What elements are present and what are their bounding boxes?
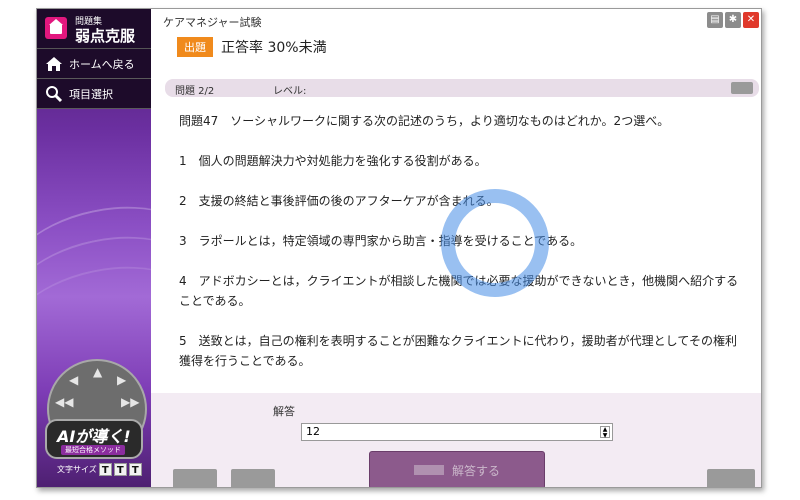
question-option: 3 ラポールとは，特定領域の専門家から助言・指導を受けることである。 [179, 234, 583, 248]
folder-icon[interactable]: ▤ [707, 12, 723, 28]
ai-badge-title: AIが導く! [57, 427, 131, 446]
answer-field[interactable]: 12 ▲ ▼ [301, 423, 613, 441]
question-header: 出題 正答率 30%未満 [177, 37, 327, 57]
font-size-controls: 文字サイズ T T T [57, 463, 142, 476]
header-text: 正答率 30%未満 [221, 40, 327, 56]
sidebar-item-label: ホームへ戻る [69, 57, 135, 71]
answer-label: 解答 [273, 405, 295, 418]
question-prompt: 問題47 ソーシャルワークに関する次の記述のうち，より適切なものはどれか。2つ選… [179, 114, 670, 128]
gear-icon[interactable]: ✱ [725, 12, 741, 28]
answer-button[interactable]: 解答する [369, 451, 545, 487]
brand-header: 問題集 弱点克服 [37, 9, 151, 49]
ai-badge-subtitle: 最短合格メソッド [61, 445, 125, 455]
main-panel: ケアマネジャー試験 ▤ ✱ ✕ 出題 正答率 30%未満 問題 2/2 レベル:… [151, 9, 761, 487]
sidebar-item-select[interactable]: 項目選択 [37, 79, 151, 109]
font-size-medium-button[interactable]: T [113, 463, 127, 476]
close-icon[interactable] [707, 469, 755, 487]
answer-button-label: 解答する [451, 463, 500, 478]
font-size-small-button[interactable]: T [98, 463, 112, 476]
app-window: 問題集 弱点克服 ホームへ戻る 項目選択 ▲ ◀ ▶ ◀◀ ▶▶ AIが導く! … [36, 8, 762, 488]
question-option: 4 アドボカシーとは，クライエントが相談した機関では必要な援助ができないとき，他… [179, 274, 739, 308]
expand-window-icon[interactable] [731, 82, 753, 94]
answer-area: 解答 12 ▲ ▼ 解答する [151, 393, 761, 487]
question-body: 問題47 ソーシャルワークに関する次の記述のうち，より適切なものはどれか。2つ選… [165, 101, 747, 389]
sidebar-item-label: 項目選択 [69, 87, 113, 101]
window-title: ケアマネジャー試験 [163, 16, 262, 29]
ai-badge: AIが導く! 最短合格メソッド [45, 419, 143, 459]
stepper-icon[interactable]: ▲ ▼ [600, 426, 610, 439]
home-logo-icon [45, 17, 67, 39]
fast-forward-icon[interactable]: ▶▶ [121, 395, 139, 409]
search-icon [46, 86, 63, 103]
font-size-label: 文字サイズ [57, 465, 97, 474]
image-icon[interactable] [173, 469, 217, 487]
home-icon [46, 57, 62, 71]
answer-value: 12 [306, 425, 320, 438]
question-option: 5 送致とは，自己の権利を表明することが困難なクライエントに代わり，援助者が代理… [179, 334, 737, 368]
question-option: 1 個人の問題解決力や対処能力を強化する役割がある。 [179, 154, 487, 168]
question-level: レベル: [273, 86, 307, 97]
speaker-icon[interactable] [231, 469, 275, 487]
font-size-large-button[interactable]: T [128, 463, 142, 476]
mode-tag: 出題 [177, 37, 213, 57]
question-number: 問題 2/2 [175, 86, 215, 97]
window-controls: ▤ ✱ ✕ [707, 12, 759, 28]
rewind-icon[interactable]: ◀ [69, 373, 78, 387]
up-arrow-icon[interactable]: ▲ [93, 365, 102, 379]
sidebar: 問題集 弱点克服 ホームへ戻る 項目選択 ▲ ◀ ▶ ◀◀ ▶▶ AIが導く! … [37, 9, 151, 487]
question-info-bar: 問題 2/2 レベル: [165, 79, 759, 97]
question-option: 2 支援の終結と事後評価の後のアフターケアが含まれる。 [179, 194, 499, 208]
fast-rewind-icon[interactable]: ◀◀ [55, 395, 73, 409]
forward-icon[interactable]: ▶ [117, 373, 126, 387]
sidebar-item-home[interactable]: ホームへ戻る [37, 49, 151, 79]
arrow-right-icon [413, 465, 444, 475]
close-icon[interactable]: ✕ [743, 12, 759, 28]
brand-title: 弱点克服 [75, 27, 136, 45]
